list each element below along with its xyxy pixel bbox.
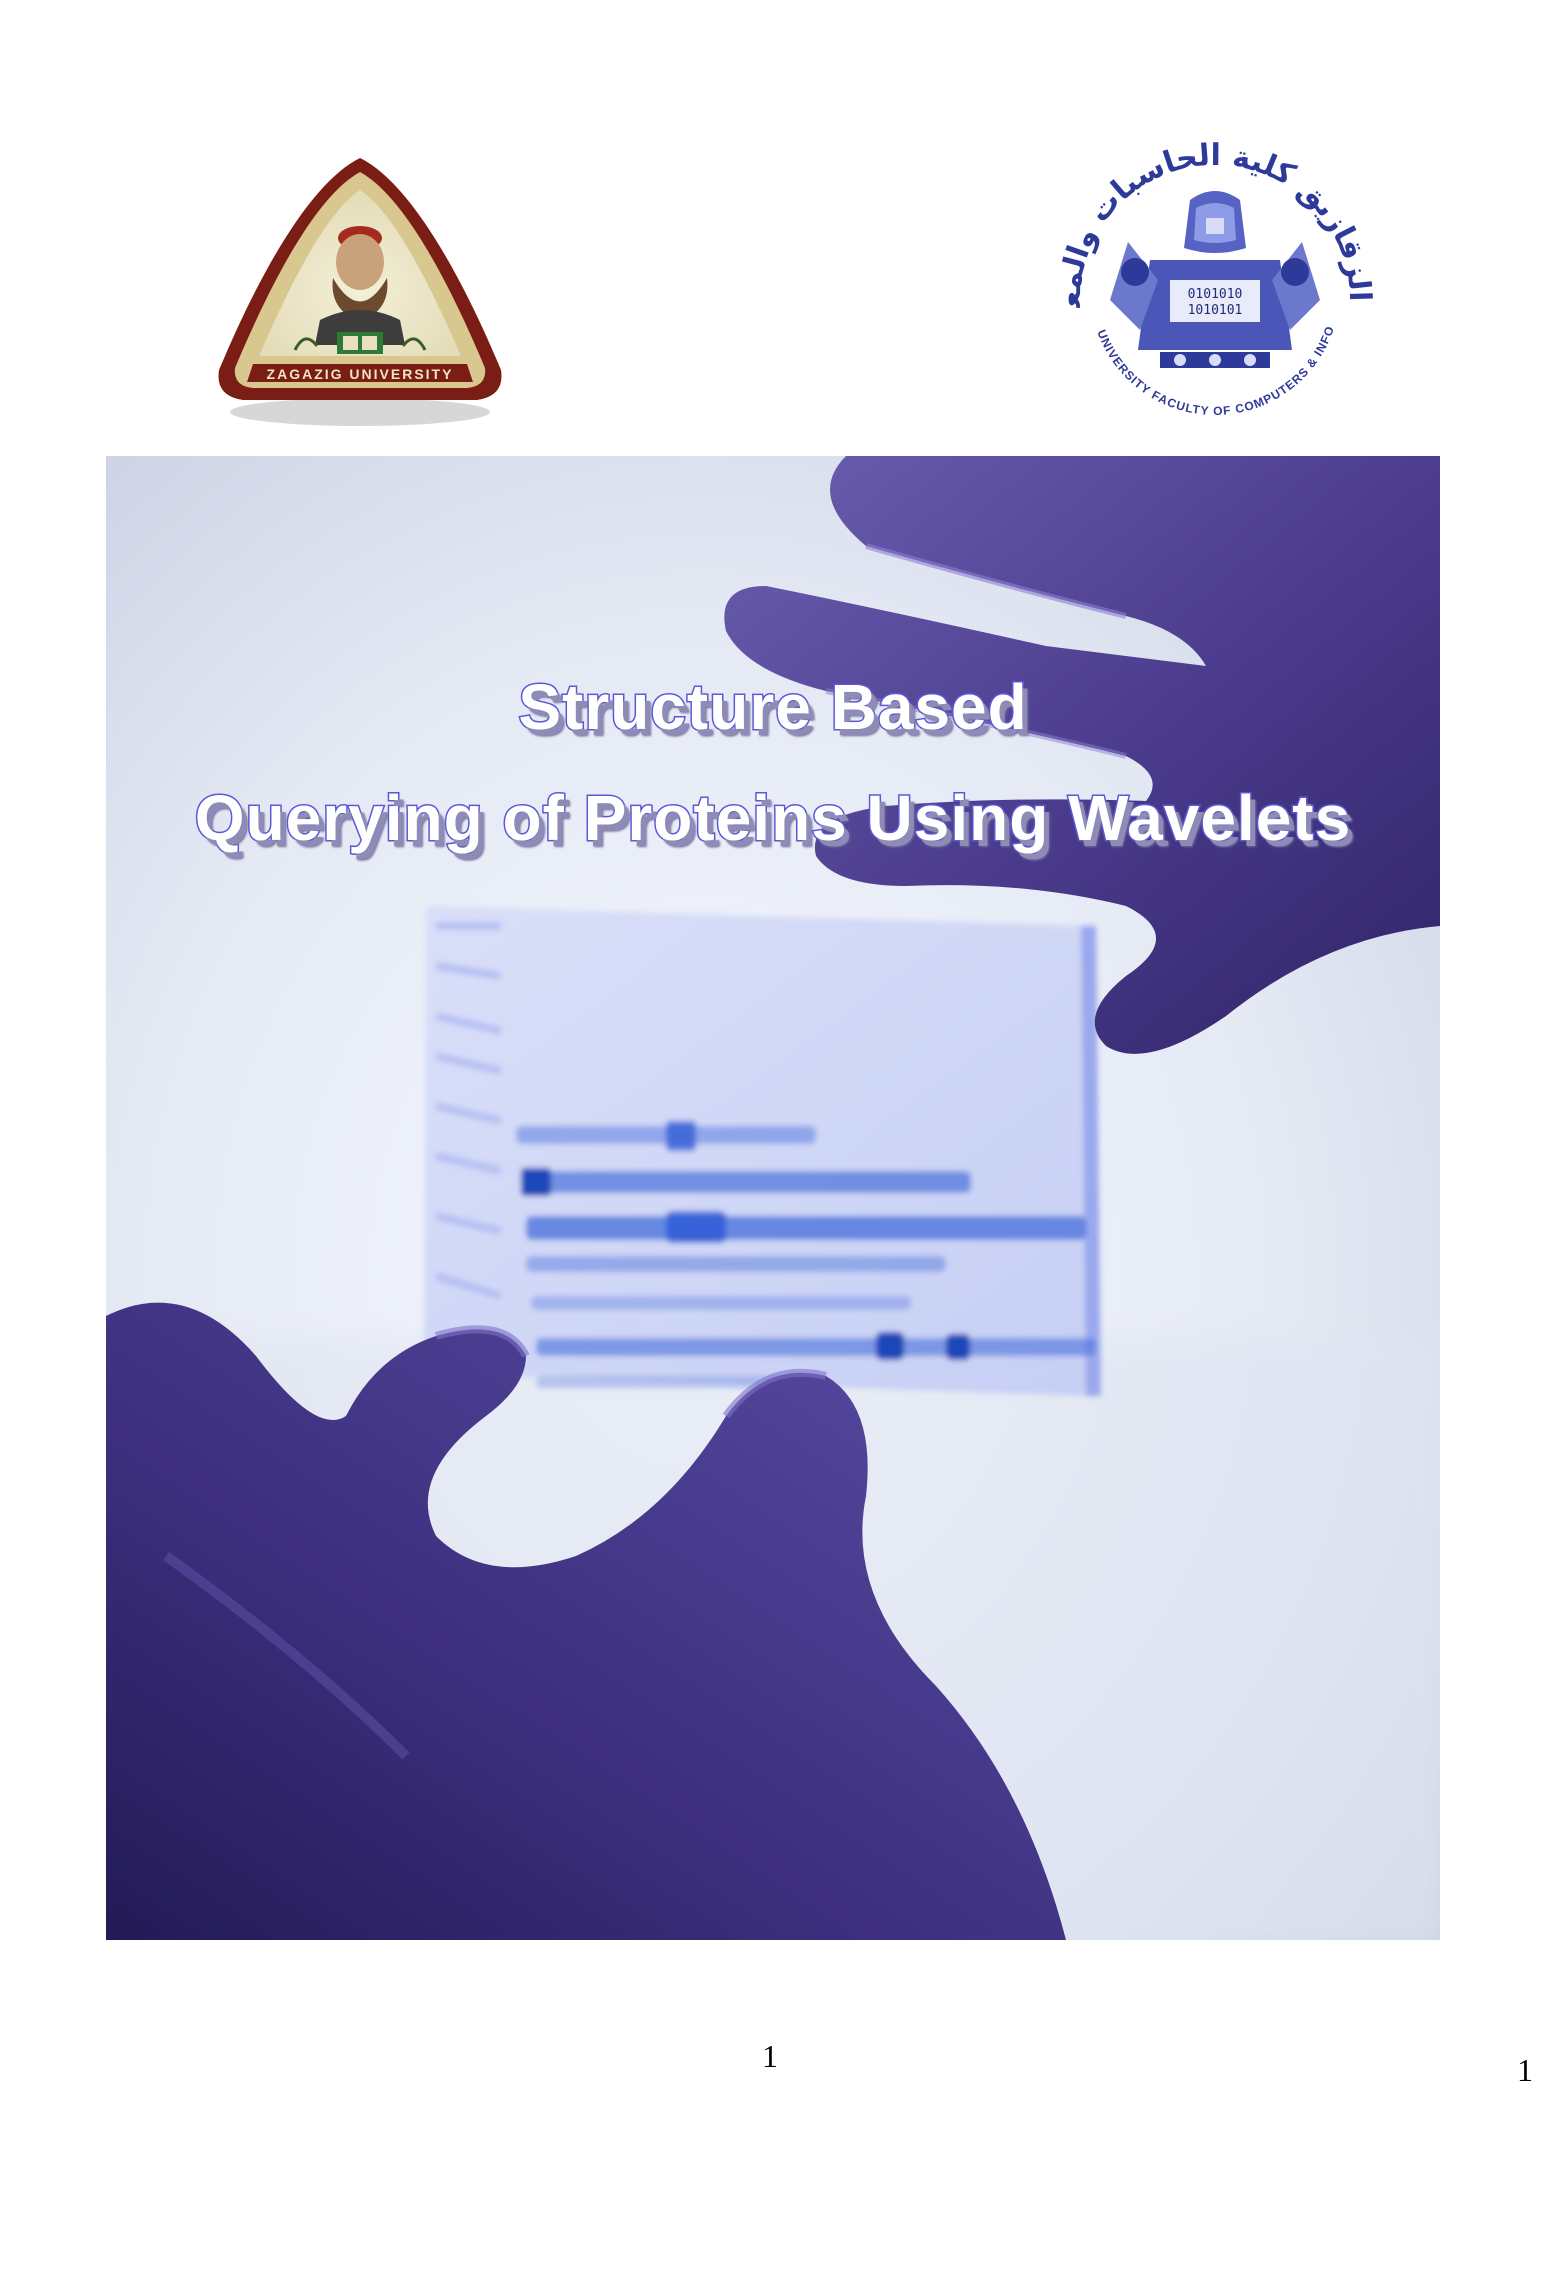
faculty-of-computers-and-informatics-logo: جامعة الزقازيق كلية الحاسبات والمعلومات … bbox=[1040, 130, 1377, 445]
title-line-2: Querying of Proteins Using Wavelets bbox=[193, 781, 1352, 856]
svg-text:1010101: 1010101 bbox=[1188, 303, 1243, 318]
title-line-1: Structure Based bbox=[517, 670, 1028, 745]
protein-gel bbox=[424, 906, 1101, 1396]
cover-image: Structure Based Querying of Proteins Usi… bbox=[106, 456, 1440, 1940]
page-number-corner: 1 bbox=[1517, 2052, 1533, 2088]
zagazig-university-logo: ZAGAZIG UNIVERSITY bbox=[218, 158, 502, 426]
svg-text:0101010: 0101010 bbox=[1188, 287, 1243, 302]
svg-text:ZAGAZIG UNIVERSITY: ZAGAZIG UNIVERSITY bbox=[267, 366, 454, 382]
page-number: 1 bbox=[762, 2038, 778, 2074]
